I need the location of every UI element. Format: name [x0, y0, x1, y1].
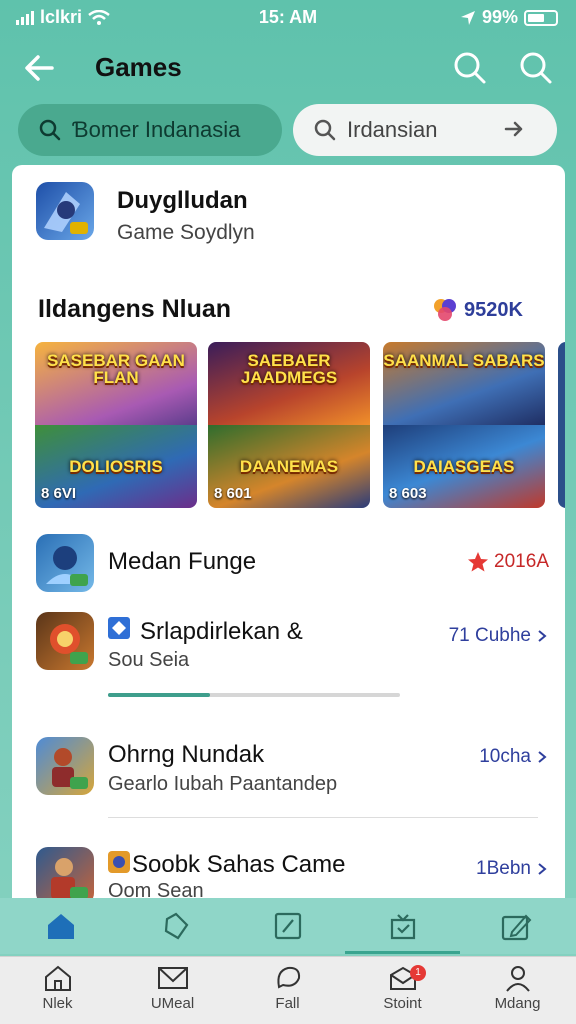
- home-icon: [47, 914, 74, 939]
- tab-home[interactable]: [3, 898, 118, 954]
- search-chip-primary[interactable]: Ɓomer Indanasia: [18, 104, 282, 156]
- nav-item-notifications[interactable]: 1 Stoint: [345, 963, 460, 1023]
- notification-badge: 1: [410, 965, 426, 981]
- home-outline-icon: [44, 965, 71, 991]
- list-item-title[interactable]: Soobk Sahas Came: [132, 851, 345, 879]
- tab-library[interactable]: [345, 898, 460, 954]
- chevron-right-icon: [538, 863, 547, 875]
- content-card: Duyglludan Game Soydlyn Ildangens Nluan …: [12, 165, 565, 900]
- banner-subtitle: DAANEMAS: [239, 457, 339, 476]
- nav-label: Nlek: [42, 995, 73, 1012]
- banner-title: SAEBAER JAADMEGS: [240, 351, 338, 387]
- featured-app-title[interactable]: Duyglludan: [117, 187, 248, 215]
- game-banner[interactable]: SAEBAER JAADMEGS DAANEMAS 8 601: [208, 342, 370, 508]
- app-icon[interactable]: [36, 612, 94, 670]
- meta-value: 10cha: [479, 746, 531, 767]
- search-chip-label: Irdansian: [347, 117, 438, 142]
- nav-item-fall[interactable]: Fall: [230, 963, 345, 1023]
- battery-percent: 99%: [481, 7, 518, 27]
- app-icon[interactable]: [36, 737, 94, 795]
- rating-value: 2016A: [494, 551, 549, 572]
- search-icon: [520, 52, 552, 84]
- list-item-title[interactable]: Ohrng Nundak: [108, 741, 264, 769]
- nav-label: Stoint: [383, 995, 422, 1012]
- search-icon: [39, 119, 61, 141]
- nav-label: Fall: [275, 995, 300, 1012]
- list-item-rating: 2016A: [466, 550, 549, 574]
- back-button[interactable]: [20, 48, 60, 88]
- game-banner[interactable]: SAANMAL SABARS DAIASGEAS 8 603: [383, 342, 545, 508]
- chat-icon: [276, 966, 300, 989]
- list-item-meta[interactable]: 71 Cubhe: [449, 625, 549, 647]
- banner-count: 8 6VI: [41, 485, 77, 502]
- location-icon: [460, 10, 475, 25]
- featured-app-subtitle: Game Soydlyn: [117, 221, 255, 244]
- app-header: Games: [0, 40, 576, 96]
- nav-item-home[interactable]: Nlek: [0, 963, 115, 1023]
- status-bar: lclkri 15: AM 99%: [0, 0, 576, 36]
- section-badge-value: 9520K: [464, 298, 523, 321]
- tab-profile[interactable]: [458, 898, 573, 954]
- banner-subtitle: DAIASGEAS: [413, 457, 515, 476]
- square-slash-icon: [274, 912, 301, 940]
- chevron-right-icon: [538, 751, 547, 763]
- search-icon: [454, 52, 486, 84]
- nav-item-mail[interactable]: UMeal: [115, 963, 230, 1023]
- nav-label: Mdang: [494, 995, 541, 1012]
- arrow-left-icon: [25, 55, 54, 81]
- tab-charts[interactable]: [230, 898, 345, 954]
- banner-title: SAANMAL SABARS: [383, 351, 545, 370]
- meta-value: 1Bebn: [476, 858, 531, 879]
- meta-value: 71 Cubhe: [448, 625, 531, 646]
- search-icon: [314, 119, 336, 141]
- banner-count: 8 603: [389, 485, 427, 502]
- app-icon[interactable]: [36, 534, 94, 592]
- list-item-meta[interactable]: 1Bebn: [476, 858, 549, 880]
- edit-icon: [501, 914, 531, 941]
- search-chip-label: Ɓomer Indanasia: [72, 117, 241, 142]
- user-icon: [505, 966, 530, 992]
- list-item-title[interactable]: Medan Funge: [108, 548, 256, 576]
- list-item-subtitle: Gearlo Iubah Paantandep: [108, 773, 338, 795]
- battery-icon: [524, 9, 558, 26]
- download-progress-bar: [108, 693, 400, 697]
- advanced-search-button[interactable]: [516, 48, 556, 88]
- arrow-right-icon: [504, 121, 523, 137]
- section-title: Ildangens Nluan: [38, 295, 232, 323]
- tab-explore[interactable]: [118, 898, 233, 954]
- list-item-title[interactable]: Srlapdirlekan &: [140, 618, 303, 646]
- mail-icon: [157, 967, 188, 989]
- list-item-subtitle: Sou Seia: [108, 649, 190, 671]
- tag-icon: [164, 912, 188, 940]
- nav-item-profile[interactable]: Mdang: [460, 963, 575, 1023]
- section-badge[interactable]: 9520K: [432, 297, 523, 323]
- divider: [108, 817, 538, 818]
- search-chip-secondary[interactable]: Irdansian: [293, 104, 557, 156]
- category-tab-bar: [0, 898, 576, 954]
- list-item-subtitle: Oom Sean: [108, 880, 204, 900]
- featured-app-icon[interactable]: [36, 182, 94, 240]
- shield-badge-icon: [108, 851, 130, 873]
- chevron-right-icon: [538, 630, 547, 642]
- game-banner[interactable]: SASEBAR GAAN FLAN DOLIOSRIS 8 6VI: [35, 342, 197, 508]
- app-icon[interactable]: [36, 847, 94, 900]
- bag-icon: [390, 914, 415, 940]
- banner-count: 8 601: [214, 485, 252, 502]
- puzzle-icon: [434, 299, 456, 321]
- banner-title: SASEBAR GAAN FLAN: [47, 351, 185, 387]
- diamond-badge-icon: [108, 617, 130, 639]
- download-progress-fill: [108, 693, 211, 697]
- search-button[interactable]: [450, 48, 490, 88]
- game-banner-peek[interactable]: [558, 342, 565, 508]
- bottom-navigation: Nlek UMeal Fall 1 Stoint Mdang: [0, 956, 576, 1024]
- list-item-meta[interactable]: 10cha: [479, 746, 549, 768]
- star-icon: [468, 552, 489, 572]
- nav-label: UMeal: [150, 995, 195, 1012]
- page-title: Games: [95, 52, 182, 82]
- banner-subtitle: DOLIOSRIS: [69, 457, 163, 476]
